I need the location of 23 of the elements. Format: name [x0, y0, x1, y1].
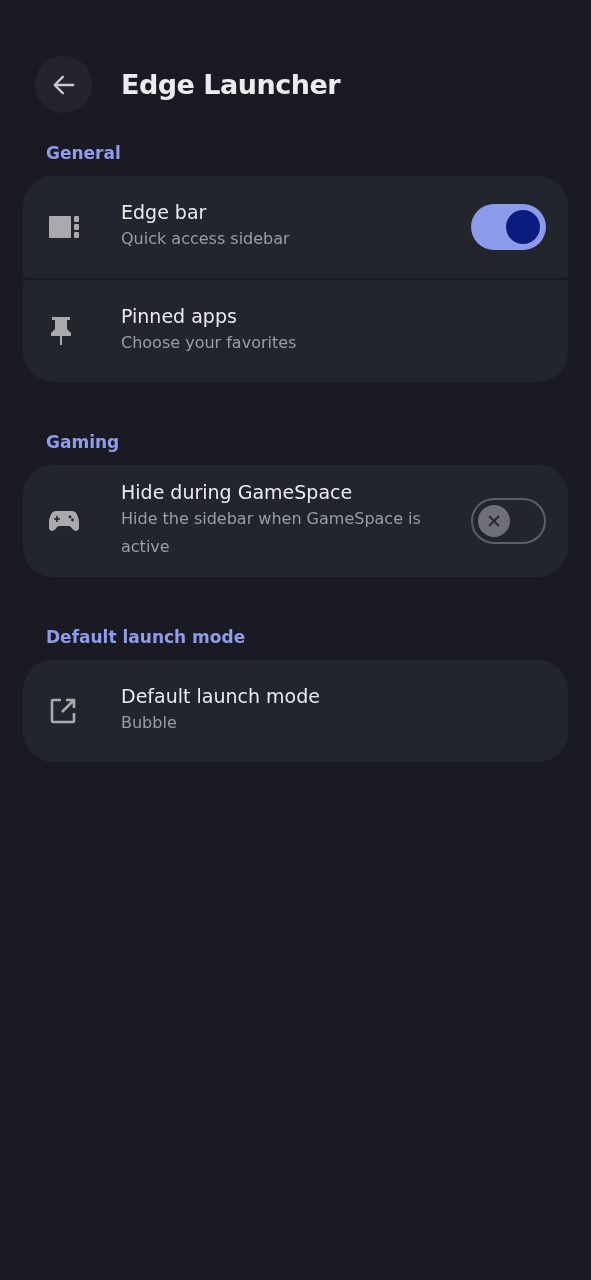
gamepad-icon [49, 510, 79, 532]
settings-row[interactable]: Hide during GameSpace Hide the sidebar when GameSpace is active [23, 465, 568, 577]
row-title: Edge bar [121, 201, 208, 223]
close-icon [486, 513, 502, 529]
row-title: Pinned apps [121, 305, 238, 327]
section-header: General [46, 143, 121, 163]
settings-row[interactable]: Pinned apps Choose your favorites [23, 280, 568, 382]
pushpin-icon [49, 316, 73, 346]
page-title: Edge Launcher [121, 69, 341, 100]
row-subtitle: Choose your favorites [121, 332, 298, 354]
sidebar-icon [49, 215, 81, 239]
settings-row[interactable]: Edge bar Quick access sidebar [23, 176, 568, 278]
toggle-switch[interactable] [471, 498, 546, 544]
external-link-icon [49, 697, 77, 725]
settings-row[interactable]: Default launch mode Bubble [23, 660, 568, 762]
row-subtitle: Hide the sidebar when GameSpace is active [121, 508, 422, 558]
row-title: Hide during GameSpace [121, 481, 354, 503]
row-subtitle: Bubble [121, 712, 178, 734]
section-header: Default launch mode [46, 627, 246, 647]
toggle-switch[interactable] [471, 204, 546, 250]
row-title: Default launch mode [121, 685, 321, 707]
section-header: Gaming [46, 432, 120, 452]
row-subtitle: Quick access sidebar [121, 228, 291, 250]
